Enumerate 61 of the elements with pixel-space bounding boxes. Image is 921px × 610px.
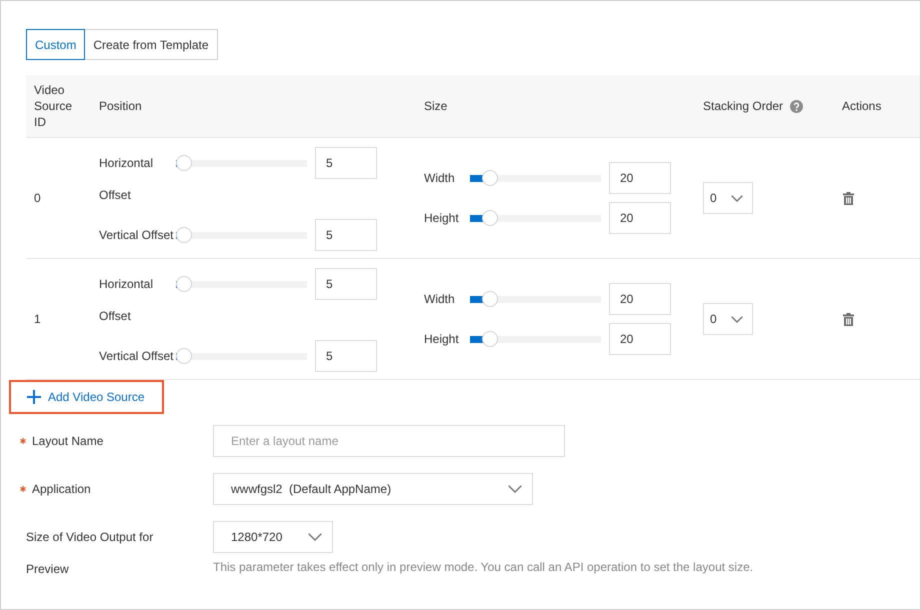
field-label: Application [32,481,91,498]
stacking-order-select[interactable]: 0 [703,303,753,335]
trash-icon [843,192,854,204]
number-input[interactable]: 20 [609,202,671,234]
dropdown-select[interactable]: wwwfgsl2 (Default AppName) [213,473,533,505]
slider-label: Horizontal Offset [99,276,154,325]
chevron-down-icon [731,194,743,202]
number-input[interactable]: 5 [315,268,377,300]
source-id: 0 [34,191,41,205]
column-header: Position [99,98,142,114]
slider[interactable] [470,170,601,186]
slider-label: Height [424,331,460,348]
layout-name-input[interactable]: Enter a layout name [213,425,565,457]
slider-label: Vertical Offset [99,227,174,244]
delete-button[interactable] [843,192,854,204]
slider[interactable] [470,291,601,307]
column-header: Stacking Order [703,98,784,114]
slider-thumb[interactable] [482,331,498,347]
trash-icon [843,312,854,326]
number-input[interactable]: 20 [609,323,671,355]
source-id: 1 [34,312,41,326]
field-label: Layout Name [32,433,104,450]
slider-label: Horizontal Offset [99,155,154,204]
column-header: Actions [842,98,882,114]
tab[interactable]: Create from Template [85,29,218,60]
field-label: Size of Video Output for Preview [26,529,154,578]
tab[interactable]: Custom [26,29,86,60]
help-icon[interactable] [790,100,804,112]
number-input[interactable]: 5 [315,147,377,179]
slider-thumb[interactable] [176,155,192,171]
slider[interactable] [176,227,307,243]
number-input[interactable]: 20 [609,283,671,315]
slider-thumb[interactable] [176,227,192,243]
slider-thumb[interactable] [482,210,498,226]
help-text: This parameter takes effect only in preview mode. You can call an API operation to set the layout size. [213,559,754,575]
number-input[interactable]: 5 [315,219,377,251]
slider[interactable] [470,210,601,226]
slider-label: Height [424,210,460,227]
add-video-source-button[interactable]: Add Video Source [9,380,164,414]
chevron-down-icon [731,316,743,322]
slider-thumb[interactable] [482,291,498,307]
slider[interactable] [176,348,307,364]
dropdown-select[interactable]: 1280*720 [213,521,333,553]
column-header: Size [424,98,448,114]
stacking-order-select[interactable]: 0 [703,182,753,214]
chevron-down-icon [308,533,322,541]
slider[interactable] [176,155,307,171]
slider-label: Width [424,291,456,308]
slider-thumb[interactable] [176,276,192,292]
column-header: Video Source ID [34,82,74,130]
slider[interactable] [470,331,601,347]
slider[interactable] [176,276,307,292]
number-input[interactable]: 5 [315,340,377,372]
slider-label: Width [424,170,456,187]
plus-icon [27,390,41,404]
slider-thumb[interactable] [176,348,192,364]
slider-label: Vertical Offset [99,348,174,365]
delete-button[interactable] [843,312,854,326]
number-input[interactable]: 20 [609,162,671,194]
chevron-down-icon [508,485,522,493]
slider-thumb[interactable] [482,170,498,186]
